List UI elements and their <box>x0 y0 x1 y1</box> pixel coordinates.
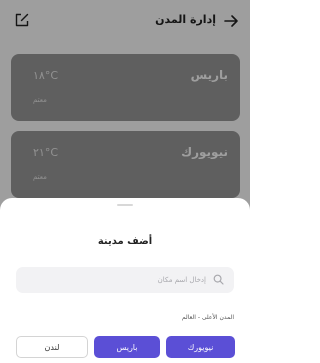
city-chip-new-york[interactable]: نيويورك <box>166 336 235 358</box>
search-box <box>16 267 234 293</box>
search-input[interactable] <box>36 272 206 288</box>
city-chip-london[interactable]: لندن <box>16 336 88 358</box>
top-cities-label: المدن الأعلى - العالم <box>181 314 234 321</box>
city-chip-paris[interactable]: باريس <box>94 336 160 358</box>
search-icon <box>213 274 224 285</box>
add-city-sheet: أضف مدينة المدن الأعلى - العالم نيويورك … <box>0 198 250 363</box>
sheet-title: أضف مدينة <box>97 236 153 247</box>
sheet-drag-handle[interactable] <box>117 204 133 206</box>
